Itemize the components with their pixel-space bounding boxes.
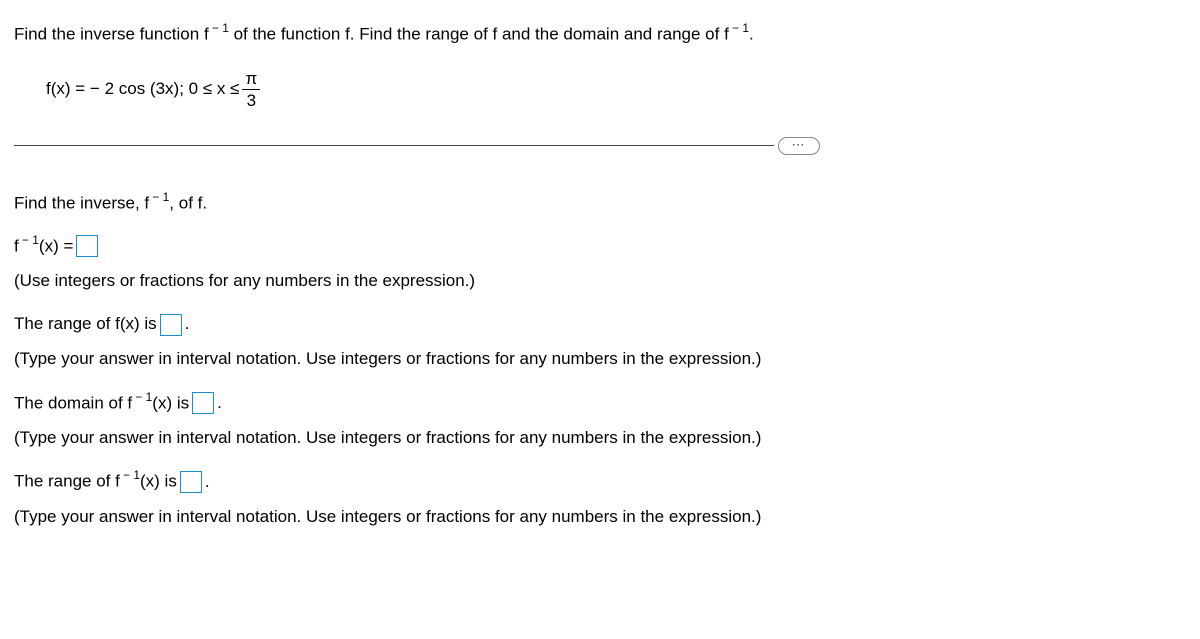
q4-t2: (x) is: [140, 472, 177, 491]
q2-text1: The range of f(x) is: [14, 309, 157, 340]
prompt-p1: Find the inverse, f: [14, 194, 149, 213]
q3-t3: .: [217, 388, 222, 419]
fraction-pi-over-3: π 3: [242, 70, 260, 109]
q2-hint: (Type your answer in interval notation. …: [14, 346, 1186, 372]
ellipsis-icon: ⋯: [792, 138, 807, 151]
q3-t2: (x) is: [152, 393, 189, 412]
q1-answer-line: f − 1(x) =: [14, 231, 1186, 262]
q1-hint: (Use integers or fractions for any numbe…: [14, 268, 1186, 294]
prompt-p2: , of f.: [169, 194, 207, 213]
q4-answer-line: The range of f − 1(x) is .: [14, 466, 1186, 497]
prompt-sup: − 1: [149, 190, 169, 204]
q1-sup: − 1: [19, 233, 39, 247]
intro-part1: Find the inverse function f: [14, 25, 209, 44]
q4-input[interactable]: [180, 471, 202, 493]
q3-input[interactable]: [192, 392, 214, 414]
q4-sup: − 1: [120, 468, 140, 482]
func-lhs: f(x) = − 2 cos (3x); 0 ≤ x ≤: [46, 77, 239, 101]
q1-lhs2: (x) =: [39, 236, 73, 255]
intro-part2: of the function f. Find the range of f a…: [229, 25, 729, 44]
q4-t3: .: [205, 467, 210, 498]
intro-sup2: − 1: [729, 21, 749, 35]
q1-input[interactable]: [76, 235, 98, 257]
function-definition: f(x) = − 2 cos (3x); 0 ≤ x ≤ π 3: [46, 70, 1186, 109]
intro-part3: .: [749, 25, 754, 44]
q3-hint: (Type your answer in interval notation. …: [14, 425, 1186, 451]
fraction-numerator: π: [242, 70, 260, 90]
question-intro: Find the inverse function f − 1 of the f…: [14, 20, 1186, 48]
q2-answer-line: The range of f(x) is .: [14, 309, 1186, 340]
fraction-denominator: 3: [244, 90, 259, 109]
q3-answer-line: The domain of f − 1(x) is .: [14, 388, 1186, 419]
find-inverse-prompt: Find the inverse, f − 1, of f.: [14, 189, 1186, 217]
divider-row: ⋯: [14, 137, 1186, 155]
q2-text2: .: [185, 309, 190, 340]
q2-input[interactable]: [160, 314, 182, 336]
q4-t1: The range of f: [14, 472, 120, 491]
q3-t1: The domain of f: [14, 393, 132, 412]
divider-line: [14, 145, 774, 146]
intro-sup1: − 1: [209, 21, 229, 35]
q4-hint: (Type your answer in interval notation. …: [14, 504, 1186, 530]
more-options-button[interactable]: ⋯: [778, 137, 820, 155]
q3-sup: − 1: [132, 390, 152, 404]
